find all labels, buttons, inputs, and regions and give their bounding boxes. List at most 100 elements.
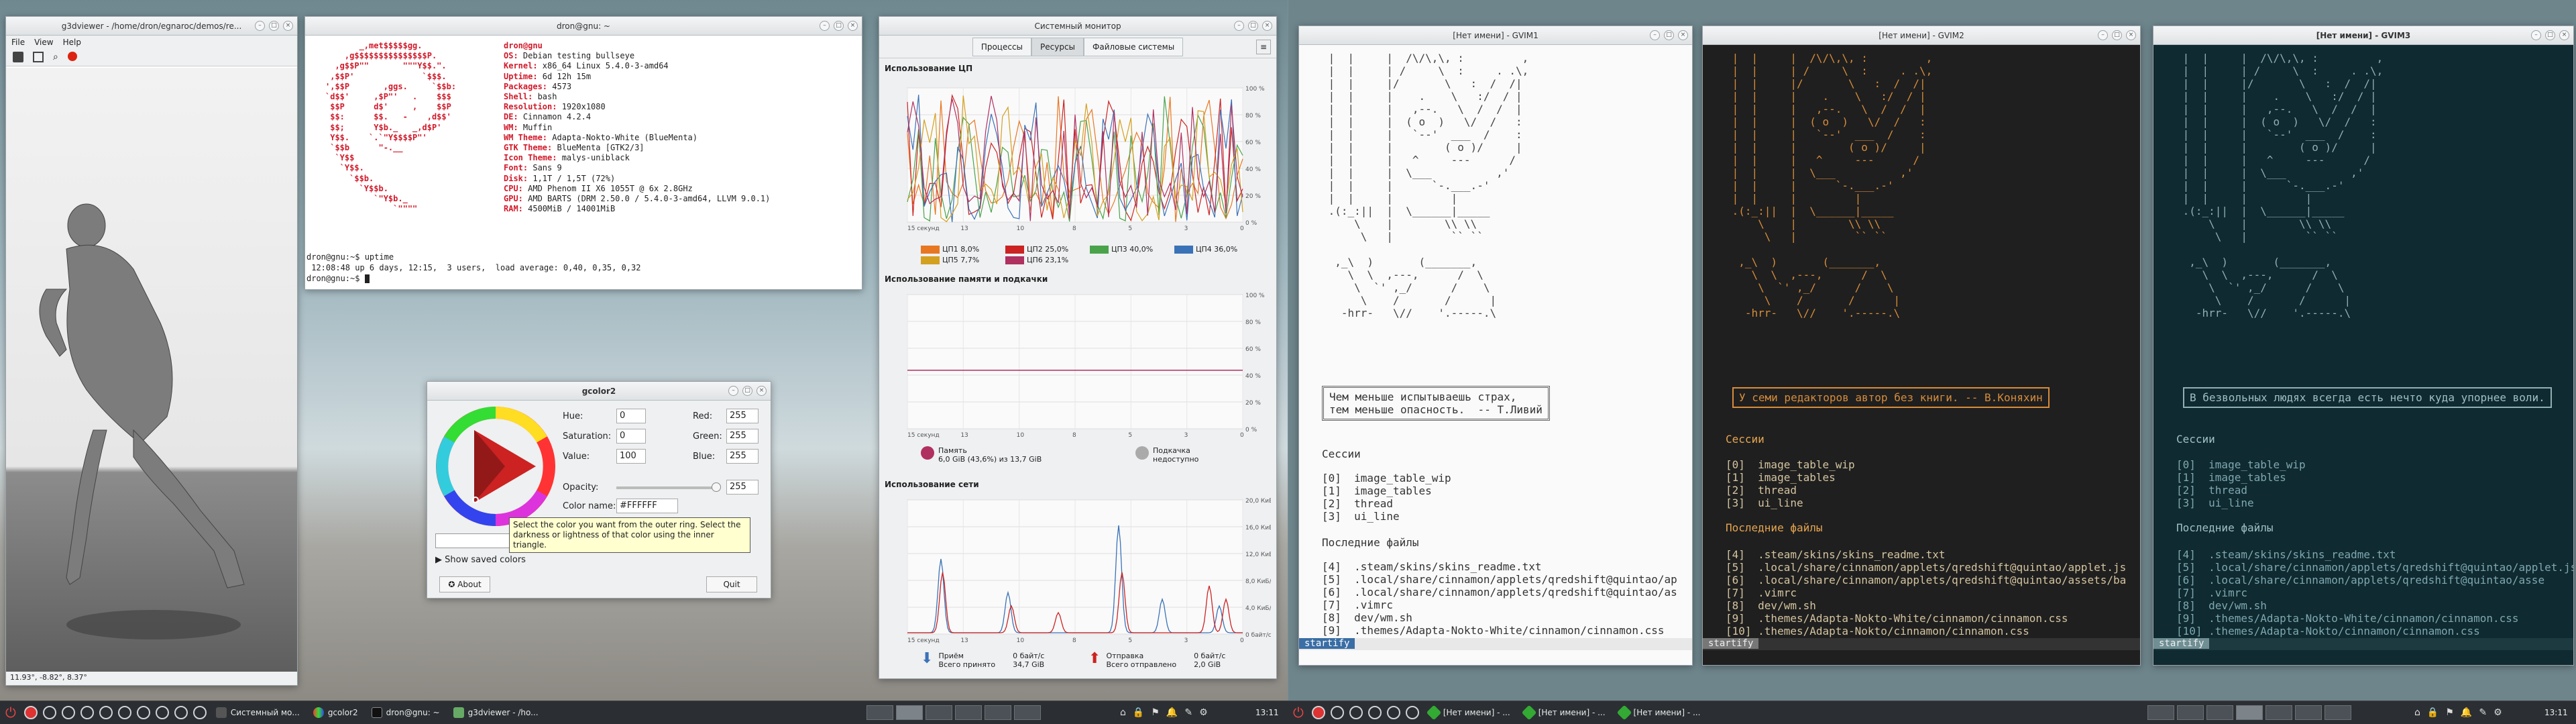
slider-handle[interactable] (712, 482, 721, 492)
list-item[interactable]: [0] image_table_wip (1322, 472, 1451, 484)
workspace[interactable] (2206, 705, 2233, 720)
blue-spin[interactable]: 255 (726, 449, 759, 464)
list-item[interactable]: [8] dev/wm.sh (1322, 611, 1677, 624)
clock[interactable]: 13:11 (1255, 708, 1279, 717)
task-system-monitor[interactable]: Системный мо... (209, 703, 306, 722)
list-item[interactable]: [4] .steam/skins/skins_readme.txt (2176, 548, 2573, 561)
task-g3dviewer[interactable]: g3dviewer - /ho... (447, 703, 545, 722)
media-icon[interactable] (174, 706, 188, 719)
workspace[interactable] (2147, 705, 2174, 720)
menu-view[interactable]: View (34, 38, 53, 47)
color-wheel[interactable] (435, 406, 556, 527)
list-item[interactable]: [10] .themes/Adapta-Nokto/cinnamon/cinna… (2176, 625, 2573, 637)
list-item[interactable]: [6] .local/share/cinnamon/applets/qredsh… (1322, 586, 1677, 599)
search-icon[interactable]: ⌕ (53, 52, 58, 63)
pen-icon[interactable]: ✎ (2479, 707, 2487, 718)
media-icon[interactable] (136, 706, 150, 719)
list-item[interactable]: [3] ui_line (1726, 497, 1855, 509)
bell-icon[interactable]: 🔔 (1166, 707, 1178, 718)
maximize-icon[interactable]: □ (834, 21, 844, 31)
list-item[interactable]: [6] .local/share/cinnamon/applets/qredsh… (2176, 574, 2573, 586)
maximize-icon[interactable]: □ (2545, 30, 2555, 40)
task-gvim1[interactable]: [Нет имени] - ... (1422, 703, 1517, 722)
record-icon[interactable] (67, 52, 77, 61)
task-terminal[interactable]: dron@gnu: ~ (365, 703, 447, 722)
menu-icon[interactable]: ⏻ (5, 705, 16, 721)
tab-resources[interactable]: Ресурсы (1031, 37, 1084, 56)
pen-icon[interactable]: ✎ (1184, 707, 1192, 718)
3d-viewport[interactable] (6, 68, 297, 672)
media-icon[interactable] (1405, 706, 1419, 719)
media-icon[interactable] (1349, 706, 1363, 719)
minimize-icon[interactable]: – (255, 21, 265, 31)
opacity-slider[interactable] (616, 482, 721, 492)
maximize-icon[interactable]: □ (742, 386, 752, 396)
quit-button[interactable]: Quit (706, 576, 757, 592)
maximize-icon[interactable]: □ (1664, 30, 1674, 40)
menu-icon[interactable]: ≡ (1256, 40, 1271, 54)
show-saved-colors-expander[interactable]: ▶ Show saved colors (435, 555, 526, 565)
workspace[interactable] (955, 705, 982, 720)
editor-area[interactable]: | | | /\/\,\, : , | | | / \ : . .\, | | … (2153, 45, 2573, 652)
list-item[interactable]: [5] .local/share/cinnamon/applets/qredsh… (1726, 561, 2126, 574)
color-swatch[interactable] (1090, 245, 1109, 254)
workspace[interactable] (2265, 705, 2292, 720)
menu-icon[interactable]: ⏻ (1293, 705, 1304, 721)
open-icon[interactable] (13, 52, 23, 62)
about-button[interactable]: ✪ About (439, 576, 490, 592)
titlebar[interactable]: dron@gnu: ~ – □ × (305, 17, 862, 36)
list-item[interactable]: [7] .vimrc (2176, 586, 2573, 599)
editor-area[interactable]: | | | /\/\,\, : , | | | / \ : . .\, | | … (1703, 45, 2140, 652)
color-swatch[interactable] (1174, 245, 1193, 254)
clock[interactable]: 13:11 (2544, 708, 2568, 717)
list-item[interactable]: [1] image_tables (2176, 471, 2306, 484)
task-gcolor2[interactable]: gcolor2 (306, 703, 365, 722)
close-icon[interactable]: × (1678, 30, 1688, 40)
list-item[interactable]: [2] thread (2176, 484, 2306, 497)
media-icon[interactable] (117, 706, 131, 719)
titlebar[interactable]: [Нет имени] - GVIM2 – □ × (1703, 26, 2140, 45)
list-item[interactable]: [2] thread (1322, 497, 1451, 510)
workspace[interactable] (2295, 705, 2322, 720)
flag-icon[interactable]: ⚑ (1151, 707, 1160, 718)
colorname-input[interactable]: #FFFFFF (616, 499, 678, 513)
media-icon[interactable] (80, 706, 94, 719)
editor-area[interactable]: | | | /\/\,\, : , | | | / \ : . .\, | | … (1299, 45, 1692, 652)
list-item[interactable]: [8] dev/wm.sh (2176, 599, 2573, 612)
list-item[interactable]: [9] .themes/Adapta-Nokto-White/cinnamon/… (1726, 612, 2126, 625)
list-item[interactable]: [0] image_table_wip (2176, 458, 2306, 471)
media-icon[interactable] (99, 706, 113, 719)
media-icon[interactable] (42, 706, 56, 719)
list-item[interactable]: [6] .local/share/cinnamon/applets/qredsh… (1726, 574, 2126, 586)
hue-spin[interactable]: 0 (616, 409, 646, 423)
color-swatch[interactable] (921, 256, 940, 264)
value-spin[interactable]: 100 (616, 449, 646, 464)
vivaldi-icon[interactable] (23, 706, 38, 719)
color-swatch[interactable] (1005, 245, 1024, 254)
minimize-icon[interactable]: – (1650, 30, 1660, 40)
list-item[interactable]: [1] image_tables (1322, 484, 1451, 497)
color-swatch[interactable] (1005, 256, 1024, 264)
tab-processes[interactable]: Процессы (972, 37, 1032, 56)
titlebar[interactable]: g3dviewer - /home/dron/egnaroc/demos/re.… (6, 17, 297, 36)
media-icon[interactable] (1330, 706, 1344, 719)
list-item[interactable]: [8] dev/wm.sh (1726, 599, 2126, 612)
titlebar[interactable]: Системный монитор – □ × (879, 17, 1276, 36)
keyboard-icon[interactable]: ⌂ (2414, 707, 2420, 718)
green-spin[interactable]: 255 (726, 429, 759, 444)
settings-icon[interactable]: ⚙ (2494, 707, 2502, 718)
list-item[interactable]: [1] image_tables (1726, 471, 1855, 484)
lock-icon[interactable]: 🔒 (1133, 707, 1144, 718)
list-item[interactable]: [3] ui_line (1322, 510, 1451, 523)
media-icon[interactable] (192, 706, 207, 719)
list-item[interactable]: [3] ui_line (2176, 497, 2306, 509)
media-icon[interactable] (1386, 706, 1400, 719)
prompt-line[interactable]: dron@gnu:~$ (306, 273, 641, 284)
list-item[interactable]: [4] .steam/skins/skins_readme.txt (1322, 560, 1677, 573)
color-swatch[interactable] (921, 245, 940, 254)
close-icon[interactable]: × (1262, 21, 1272, 31)
close-icon[interactable]: × (2126, 30, 2136, 40)
workspace[interactable] (2325, 705, 2351, 720)
bell-icon[interactable]: 🔔 (2461, 707, 2472, 718)
list-item[interactable]: [9] .themes/Adapta-Nokto-White/cinnamon/… (2176, 612, 2573, 625)
